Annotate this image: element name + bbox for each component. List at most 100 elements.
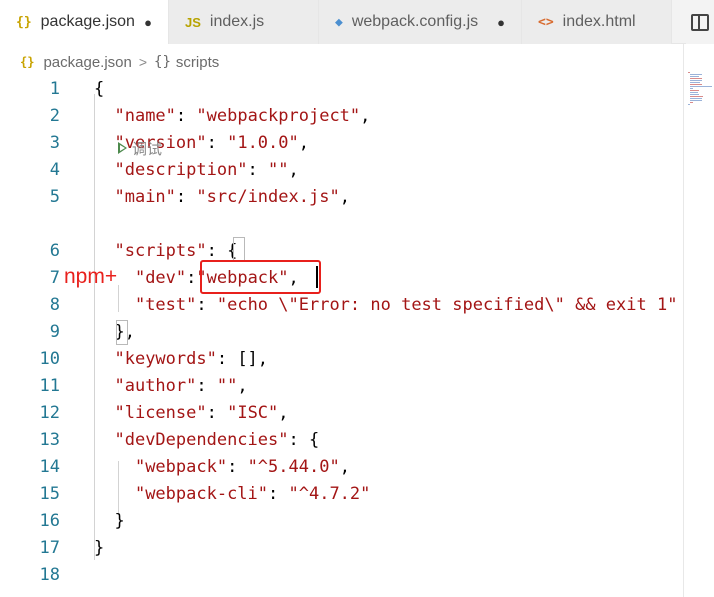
punctuation: : <box>206 133 228 153</box>
vertical-scrollbar[interactable] <box>683 44 684 597</box>
code-editor[interactable]: 1{2 "name": "webpackproject", 3 "version"… <box>0 76 683 597</box>
code-line[interactable]: 2 "name": "webpackproject", <box>0 103 683 130</box>
json-braces-icon: {} <box>16 14 32 30</box>
minimap-line <box>690 98 702 99</box>
line-number: 11 <box>39 376 60 396</box>
punctuation: , <box>288 160 299 180</box>
tab-index-html[interactable]: <> index.html <box>522 0 672 44</box>
tab-label: index.js <box>209 13 265 30</box>
line-number: 8 <box>49 295 60 315</box>
breadcrumb: {} package.json > {} scripts <box>20 52 219 72</box>
code-line[interactable]: 8 "test": "echo \"Error: no test specifi… <box>0 292 683 319</box>
line-number: 14 <box>39 457 60 477</box>
punctuation: { <box>94 79 105 99</box>
punctuation <box>94 403 114 423</box>
punctuation: : <box>227 457 248 477</box>
json-key: "devDependencies" <box>114 430 289 450</box>
code-line[interactable]: 11 "author": "", <box>0 373 683 400</box>
punctuation <box>94 349 114 369</box>
code-line[interactable]: 13 "devDependencies": { <box>0 427 683 454</box>
tab-package-json[interactable]: {} package.json ● <box>0 0 169 44</box>
minimap-line <box>688 104 690 105</box>
tab-webpack-config[interactable]: ◆ webpack.config.js ● <box>319 0 522 44</box>
punctuation: : [], <box>216 349 269 369</box>
minimap[interactable] <box>686 72 714 112</box>
unsaved-dot-icon[interactable]: ● <box>144 15 152 30</box>
code-line[interactable]: 14 "webpack": "^5.44.0", <box>0 454 683 481</box>
punctuation <box>94 430 114 450</box>
punctuation: } <box>94 511 125 531</box>
json-key: "name" <box>114 106 176 126</box>
breadcrumb-file[interactable]: package.json <box>43 54 131 71</box>
punctuation: : <box>196 295 217 315</box>
line-number: 13 <box>39 430 60 450</box>
split-editor-icon <box>691 13 709 31</box>
json-key: "author" <box>114 376 197 396</box>
line-number: 3 <box>49 133 60 153</box>
minimap-line <box>690 84 702 85</box>
punctuation <box>94 376 114 396</box>
code-text: } <box>94 508 125 535</box>
code-text: { <box>94 76 104 103</box>
code-line[interactable]: 17} <box>0 535 683 562</box>
code-line[interactable]: 6 "scripts": { <box>0 238 683 265</box>
json-key: "license" <box>114 403 207 423</box>
code-line[interactable]: 16 } <box>0 508 683 535</box>
tab-label: package.json <box>40 13 135 30</box>
code-line[interactable]: 18 <box>0 562 683 589</box>
json-string: "webpackproject" <box>196 106 361 126</box>
code-text: "webpack": "^5.44.0", <box>94 454 350 481</box>
json-key: "test" <box>134 295 197 315</box>
unsaved-dot-icon[interactable]: ● <box>497 15 505 30</box>
minimap-line <box>690 94 699 95</box>
code-text: }, <box>94 319 134 346</box>
punctuation: : <box>196 376 217 396</box>
npm-annotation: npm+ <box>64 265 118 288</box>
code-text: "description": "", <box>94 157 299 184</box>
punctuation <box>94 457 135 477</box>
tab-index-js[interactable]: JS index.js <box>169 0 319 44</box>
json-key: "keywords" <box>114 349 217 369</box>
breadcrumb-section[interactable]: scripts <box>176 54 219 71</box>
minimap-line <box>690 96 703 97</box>
punctuation: : <box>175 187 197 207</box>
line-number: 17 <box>39 538 60 558</box>
json-string: "^5.44.0" <box>247 457 340 477</box>
webpack-cube-icon: ◆ <box>335 14 343 30</box>
code-line[interactable]: 5 "main": "src/index.js", <box>0 184 683 211</box>
code-text: } <box>94 535 104 562</box>
code-text: "webpack-cli": "^4.7.2" <box>94 481 370 508</box>
line-number: 15 <box>39 484 60 504</box>
punctuation <box>94 160 114 180</box>
punctuation <box>94 106 114 126</box>
punctuation <box>94 133 114 153</box>
punctuation <box>94 295 135 315</box>
punctuation: : <box>268 484 289 504</box>
code-line[interactable]: 4 "description": "", <box>0 157 683 184</box>
split-editor-button[interactable] <box>686 0 714 44</box>
minimap-line <box>690 88 693 89</box>
line-number: 4 <box>49 160 60 180</box>
debug-codelens[interactable]: 调试 <box>118 136 162 160</box>
minimap-line <box>690 82 700 83</box>
json-string: "" <box>216 376 238 396</box>
code-line[interactable]: 10 "keywords": [], <box>0 346 683 373</box>
code-line[interactable]: 9 }, <box>0 319 683 346</box>
minimap-line <box>690 90 699 91</box>
punctuation: : <box>247 160 269 180</box>
code-text: "devDependencies": { <box>94 427 319 454</box>
javascript-icon: JS <box>185 14 201 30</box>
code-line[interactable]: 15 "webpack-cli": "^4.7.2" <box>0 481 683 508</box>
punctuation: , <box>278 403 289 423</box>
code-line[interactable]: 1{ <box>0 76 683 103</box>
json-key: "scripts" <box>114 241 207 261</box>
tab-label: webpack.config.js <box>351 13 479 30</box>
minimap-line <box>690 78 702 79</box>
json-key: "main" <box>114 187 176 207</box>
bracket-match-highlight <box>116 320 128 345</box>
json-key: "webpack" <box>134 457 228 477</box>
line-number: 7 <box>49 268 60 288</box>
code-line[interactable]: 12 "license": "ISC", <box>0 400 683 427</box>
minimap-line <box>690 100 702 101</box>
code-line[interactable]: 3 "version": "1.0.0", <box>0 130 683 157</box>
